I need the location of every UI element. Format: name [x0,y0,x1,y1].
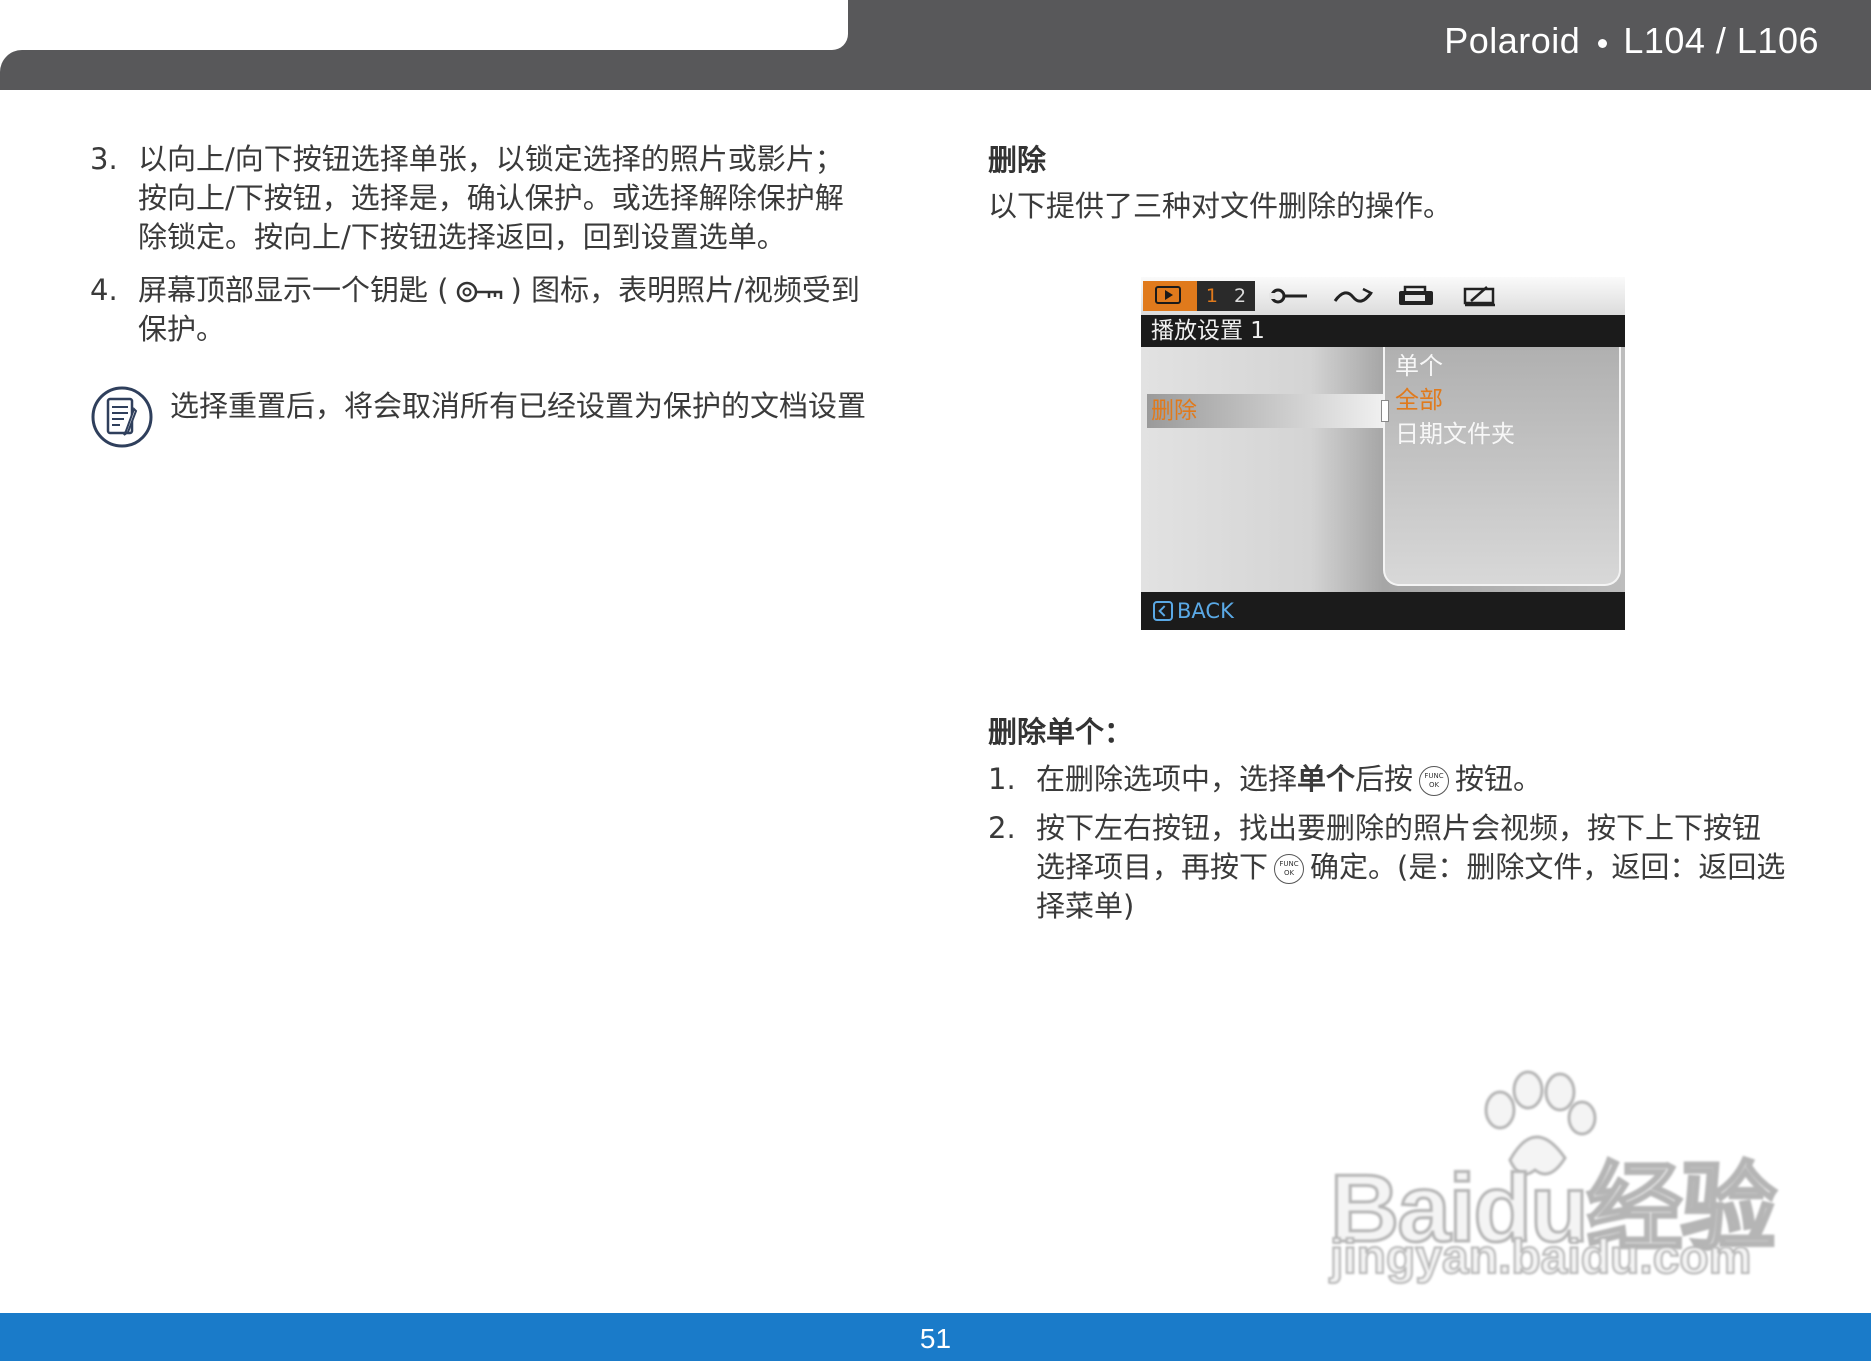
wrench-icon [1269,288,1307,304]
screen-body: 删除 单个 全部 日期文件夹 [1141,347,1625,592]
footer-bar: 51 [0,1313,1871,1361]
selection-marker [1381,400,1389,422]
model-name: L104 / L106 [1623,20,1819,61]
list-number: 4. [90,273,118,307]
header-tab [0,0,848,50]
list-text: 以向上/向下按钮选择单张，以锁定选择的照片或影片；按向上/下按钮，选择是，确认保… [138,142,844,254]
func-label: FUNC [1424,772,1444,780]
func-ok-button-icon: FUNC OK [1274,854,1305,884]
camera-menu-screenshot: 1 2 播放设置 1 删除 单个 全部 日期文件夹 BACK [1141,277,1625,630]
page-tabs: 1 2 [1197,281,1255,311]
back-label: BACK [1177,599,1234,623]
menu-item-delete: 删除 [1147,394,1383,428]
ok-label: OK [1283,869,1295,877]
baidu-watermark: Baidu经验 jingyan.baidu.com [1320,1070,1780,1300]
key-icon [456,281,502,303]
right-column: 删除 以下提供了三种对文件删除的操作。 [988,140,1788,226]
list-text: 在删除选项中，选择单个后按 FUNC OK 按钮。 [1036,760,1788,799]
brand-label: Polaroid L104 / L106 [1444,20,1819,62]
playback-tab [1143,281,1197,311]
left-column: 3. 以向上/向下按钮选择单张，以锁定选择的照片或影片；按向上/下按钮，选择是，… [90,140,870,449]
list-item: 2. 按下左右按钮，找出要删除的照片会视频，按下上下按钮选择项目，再按下 FUNC… [988,809,1788,926]
page-number: 51 [919,1323,952,1354]
curve-icon [1333,287,1373,303]
list-text-part: 按钮。 [1455,762,1543,796]
list-text-before-icon: 屏幕顶部显示一个钥匙 ( [138,273,449,307]
note-block: 选择重置后，将会取消所有已经设置为保护的文档设置 [90,386,870,449]
list-number: 2. [988,811,1016,845]
note-text: 选择重置后，将会取消所有已经设置为保护的文档设置 [170,389,867,423]
list-text-bold: 单个 [1297,762,1356,796]
subsection-title: 删除单个： [988,715,1134,749]
list-number: 1. [988,762,1016,796]
list-text-part: 后按 [1355,762,1414,796]
submenu-option-selected: 全部 [1395,386,1443,414]
page-tab-2: 2 [1234,285,1247,307]
ok-label: OK [1428,781,1440,789]
list-number: 3. [90,142,118,176]
menu-item-label: 删除 [1151,398,1197,424]
screen-title-bar: 播放设置 1 [1141,315,1625,347]
screen-bottom-bar: BACK [1141,592,1625,630]
func-label: FUNC [1279,860,1299,868]
list-item: 4. 屏幕顶部显示一个钥匙 () 图标，表明照片/视频受到保护。 [90,271,870,349]
screen-title: 播放设置 1 [1151,318,1265,344]
submenu-option: 单个 [1395,352,1443,380]
list-text-part: 在删除选项中，选择 [1036,762,1298,796]
section-title: 删除 [988,143,1047,177]
submenu-option: 日期文件夹 [1395,420,1515,448]
func-ok-button-icon: FUNC OK [1419,766,1450,796]
list-item: 3. 以向上/向下按钮选择单张，以锁定选择的照片或影片；按向上/下按钮，选择是，… [90,140,870,257]
steps-list: 1. 在删除选项中，选择单个后按 FUNC OK 按钮。 2. 按下左右按钮，找出要删… [988,760,1788,926]
watermark-url: jingyan.baidu.com [1329,1230,1752,1285]
edit-icon [1463,286,1495,307]
section-description: 以下提供了三种对文件删除的操作。 [988,189,1453,223]
playback-icon [1155,286,1181,304]
back-icon [1153,601,1173,621]
right-column-lower: 删除单个： 1. 在删除选项中，选择单个后按 FUNC OK 按钮。 2. 按下左右按… [988,712,1788,936]
printer-icon [1399,285,1433,305]
submenu-panel: 单个 全部 日期文件夹 [1381,347,1621,586]
brand-name: Polaroid [1444,20,1581,61]
page-tab-1: 1 [1205,285,1218,307]
screen-tab-bar: 1 2 [1141,277,1625,315]
list-item: 1. 在删除选项中，选择单个后按 FUNC OK 按钮。 [988,760,1788,799]
list-text: 按下左右按钮，找出要删除的照片会视频，按下上下按钮选择项目，再按下 FUNC OK 确… [1036,809,1788,926]
list-text: 屏幕顶部显示一个钥匙 () 图标，表明照片/视频受到保护。 [138,271,870,349]
note-icon [91,386,153,448]
brand-separator-dot [1598,38,1608,48]
